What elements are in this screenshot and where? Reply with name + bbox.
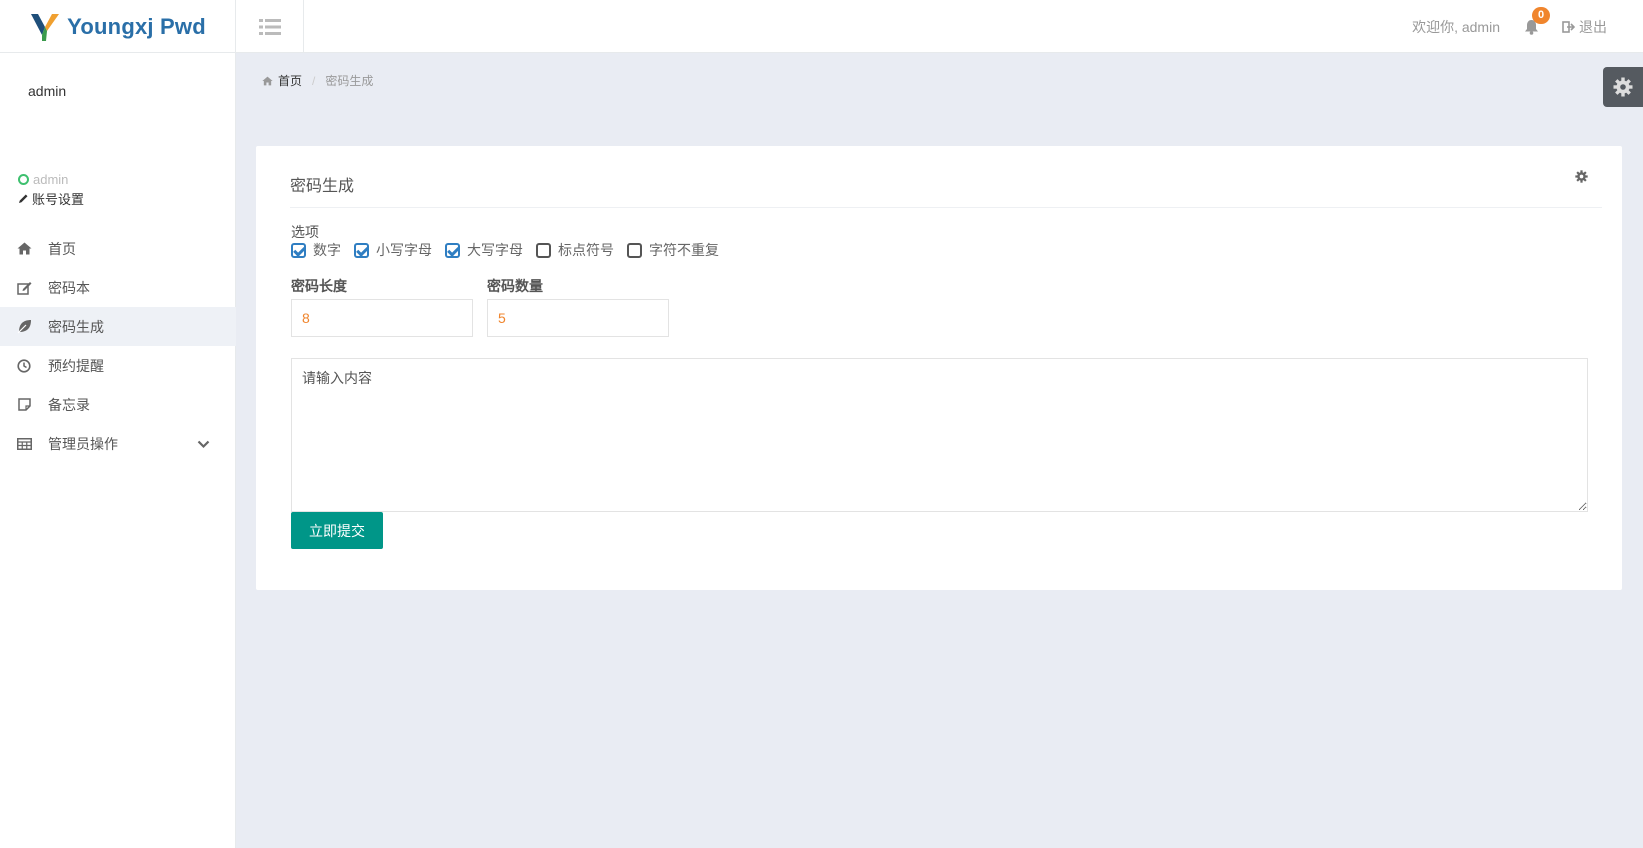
sidebar-item-home[interactable]: 首页	[0, 229, 236, 268]
option-uppercase[interactable]: 大写字母	[445, 240, 523, 260]
header-user-area: 欢迎你, admin 0 退出	[1412, 0, 1607, 53]
option-label: 小写字母	[376, 242, 432, 258]
sidebar-item-label: 管理员操作	[48, 435, 118, 452]
sidebar-item-label: 密码本	[48, 279, 90, 296]
online-status-icon	[18, 174, 29, 185]
home-icon	[262, 76, 273, 85]
options-label: 选项	[291, 224, 319, 240]
notification-badge: 0	[1532, 6, 1550, 24]
account-settings-link[interactable]: 账号设置	[18, 189, 84, 208]
password-generator-card: 密码生成 选项 数字 小写字母 大写字母 标点符号 字符不重复 密码长度 8 密…	[256, 146, 1622, 590]
sidebar-item-password-book[interactable]: 密码本	[0, 268, 236, 307]
checkbox-unchecked[interactable]	[536, 242, 551, 258]
sidebar-item-memo[interactable]: 备忘录	[0, 385, 236, 424]
user-status: admin	[18, 172, 68, 187]
card-header: 密码生成	[290, 146, 1602, 208]
checkbox-checked[interactable]	[445, 242, 460, 258]
logo-mark-icon	[29, 11, 61, 43]
sidebar-item-label: 密码生成	[48, 318, 104, 335]
breadcrumb-home-label: 首页	[278, 74, 303, 88]
sidebar-item-label: 首页	[48, 240, 76, 257]
options-group: 数字 小写字母 大写字母 标点符号 字符不重复	[291, 240, 732, 260]
chevron-down-icon	[197, 436, 210, 452]
table-icon	[16, 436, 32, 452]
checkbox-checked[interactable]	[354, 242, 369, 258]
password-length-input[interactable]	[291, 299, 473, 337]
option-label: 字符不重复	[649, 242, 719, 258]
sidebar-nav: 首页 密码本 密码生成 预约提醒 备忘录 管理员操作	[0, 229, 236, 463]
sidebar-item-reminders[interactable]: 预约提醒	[0, 346, 236, 385]
logout-link[interactable]: 退出	[1562, 17, 1607, 37]
sign-out-icon	[1562, 20, 1575, 33]
option-digits[interactable]: 数字	[291, 240, 341, 260]
breadcrumb-home[interactable]: 首页	[262, 72, 302, 89]
leaf-icon	[16, 319, 32, 335]
sidebar: admin admin 账号设置 首页 密码本 密码生成 预约提醒 备忘录 管理…	[0, 53, 236, 848]
password-count-label: 密码数量	[487, 278, 543, 294]
pencil-icon	[19, 194, 28, 203]
sticky-note-icon	[16, 397, 32, 413]
sidebar-item-label: 备忘录	[48, 396, 90, 413]
option-no-repeat[interactable]: 字符不重复	[627, 240, 719, 260]
breadcrumb-separator: /	[312, 73, 316, 88]
card-gear-icon[interactable]	[1575, 170, 1588, 186]
card-title: 密码生成	[290, 178, 355, 195]
option-label: 数字	[313, 242, 341, 258]
sidebar-item-label: 预约提醒	[48, 357, 104, 374]
menu-toggle-button[interactable]	[236, 0, 304, 53]
option-label: 大写字母	[467, 242, 523, 258]
password-count-input[interactable]	[487, 299, 669, 337]
checkbox-checked[interactable]	[291, 242, 306, 258]
password-length-label: 密码长度	[291, 278, 347, 294]
content-textarea[interactable]	[291, 358, 1588, 512]
option-punctuation[interactable]: 标点符号	[536, 240, 614, 260]
brand-logo[interactable]: Youngxj Pwd	[0, 0, 236, 53]
gear-icon	[1613, 77, 1633, 97]
clock-icon	[16, 358, 32, 374]
breadcrumb: 首页 / 密码生成	[262, 72, 373, 89]
breadcrumb-current: 密码生成	[325, 74, 374, 88]
checkbox-unchecked[interactable]	[627, 242, 642, 258]
submit-button[interactable]: 立即提交	[291, 512, 383, 549]
sidebar-item-admin[interactable]: 管理员操作	[0, 424, 236, 463]
theme-settings-button[interactable]	[1603, 67, 1643, 107]
option-lowercase[interactable]: 小写字母	[354, 240, 432, 260]
account-settings-label: 账号设置	[32, 192, 85, 207]
logout-label: 退出	[1579, 18, 1607, 35]
avatar: admin	[28, 83, 67, 99]
top-header: Youngxj Pwd 欢迎你, admin 0 退出	[0, 0, 1643, 53]
sidebar-username: admin	[33, 172, 69, 187]
welcome-text: 欢迎你, admin	[1412, 18, 1500, 35]
brand-name: Youngxj Pwd	[67, 13, 206, 39]
sidebar-item-password-generator[interactable]: 密码生成	[0, 307, 236, 346]
option-label: 标点符号	[558, 242, 614, 258]
list-icon	[258, 18, 281, 35]
home-icon	[16, 241, 32, 257]
notifications-button[interactable]: 0	[1520, 6, 1550, 38]
edit-icon	[16, 280, 32, 296]
